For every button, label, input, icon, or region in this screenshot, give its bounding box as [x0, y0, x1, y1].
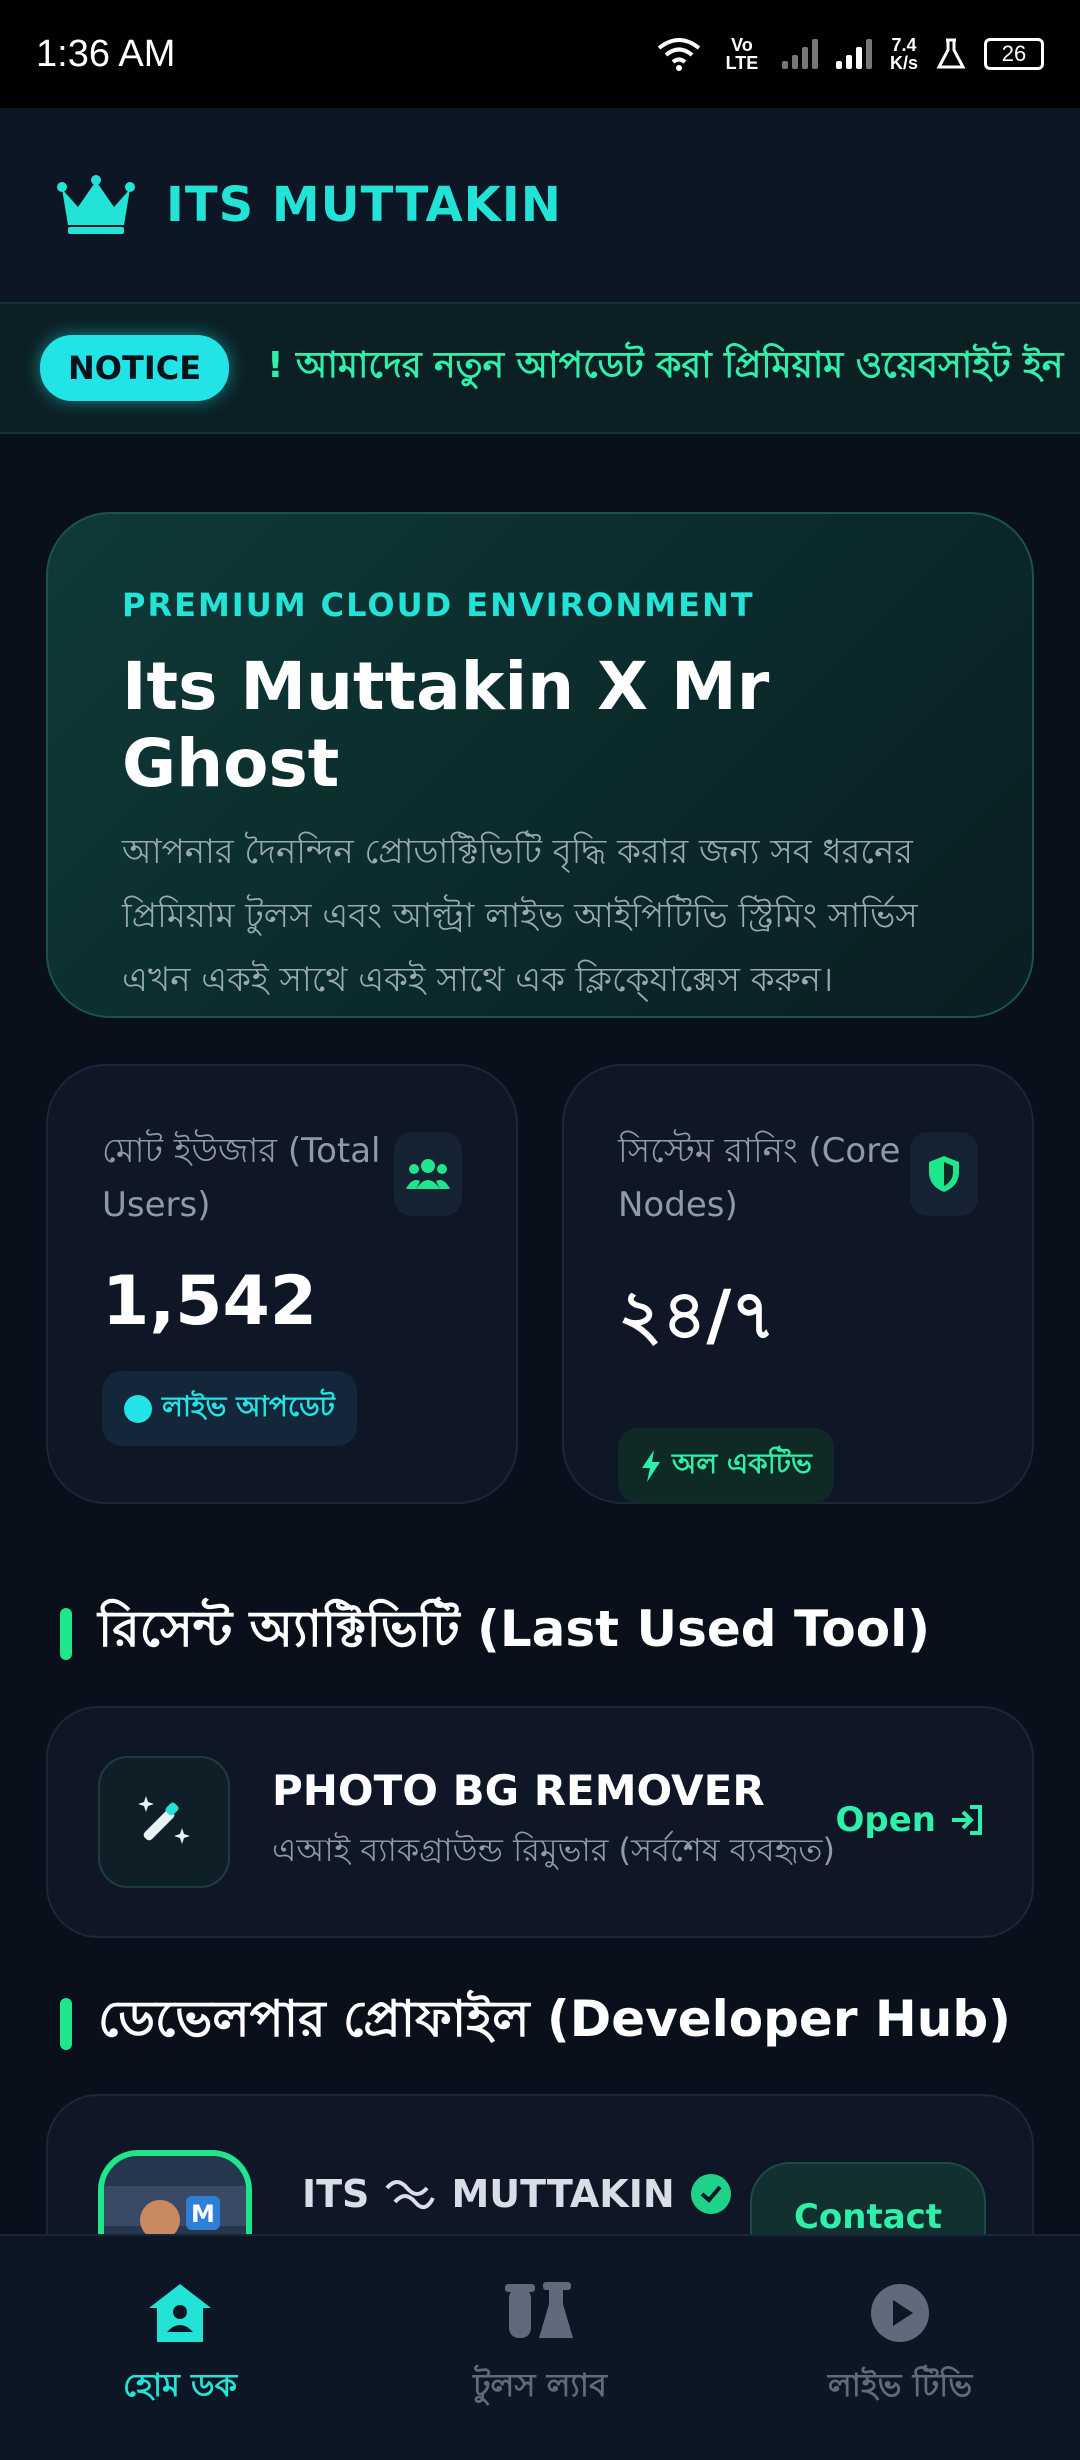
all-active-badge: অল একটিভ — [618, 1428, 834, 1503]
verified-check-icon — [690, 2174, 731, 2214]
magic-wand-icon — [98, 1756, 230, 1888]
developer-name: ITS MUTTAKIN — [302, 2172, 731, 2216]
notice-marquee-text: ! আমাদের নতুন আপডেট করা প্রিমিয়াম ওয়েব… — [267, 345, 1064, 386]
hero-eyebrow: PREMIUM CLOUD ENVIRONMENT — [122, 586, 755, 624]
notice-badge: NOTICE — [40, 335, 230, 401]
hero-description: আপনার দৈনন্দিন প্রোডাক্টিভিটি বৃদ্ধি করা… — [122, 832, 918, 1000]
heading-accent-bar — [60, 1607, 72, 1660]
crown-icon — [57, 175, 135, 234]
battery-icon: 26 — [984, 38, 1044, 70]
status-time: 1:36 AM — [36, 32, 176, 75]
signal-icon-2 — [835, 39, 872, 69]
hero-title: Its Muttakin X Mr Ghost — [122, 648, 770, 802]
app-header: ITS MUTTAKIN — [0, 108, 1080, 304]
last-used-tool-card[interactable]: PHOTO BG REMOVER এআই ব্যাকগ্রাউন্ড রিমুভ… — [46, 1706, 1034, 1938]
tool-name: PHOTO BG REMOVER — [272, 1765, 765, 1815]
stat-label: মোট ইউজার (Total Users) — [102, 1131, 381, 1225]
signature-mark-icon — [385, 2180, 436, 2210]
status-bar: 1:36 AM Vo LTE 7.4 K/s 26 — [0, 0, 1080, 108]
wifi-icon — [657, 38, 701, 71]
home-icon — [149, 2284, 211, 2342]
nav-item-home[interactable]: হোম ডক — [30, 2282, 330, 2414]
hero-card: PREMIUM CLOUD ENVIRONMENT Its Muttakin X… — [46, 512, 1034, 1018]
developer-hub-heading: ডেভেলপার প্রোফাইল (Developer Hub) — [60, 1982, 1011, 2065]
status-icons: Vo LTE 7.4 K/s 26 — [656, 36, 1044, 72]
notice-bar[interactable]: NOTICE ! আমাদের নতুন আপডেট করা প্রিমিয়া… — [0, 304, 1080, 434]
stat-label: সিস্টেম রানিং (Core Nodes) — [618, 1131, 901, 1225]
live-dot-icon — [124, 1394, 152, 1423]
lab-icon — [936, 38, 966, 69]
shield-icon — [910, 1132, 978, 1216]
stat-card-total-users: মোট ইউজার (Total Users) 1,542 লাইভ আপডেট — [46, 1064, 518, 1504]
network-speed: 7.4 K/s — [889, 35, 918, 73]
network-type: Vo LTE — [725, 35, 759, 73]
brand-title: ITS MUTTAKIN — [166, 177, 562, 233]
nav-item-tools-lab[interactable]: টুলস ল্যাব — [390, 2282, 690, 2414]
bolt-icon — [642, 1449, 660, 1482]
users-icon — [394, 1132, 462, 1216]
tool-description: এআই ব্যাকগ্রাউন্ড রিমুভার (সর্বশেষ ব্যবহ… — [272, 1830, 835, 1869]
heading-accent-bar — [60, 1997, 72, 2050]
flask-icon — [505, 2282, 573, 2338]
stat-card-core-nodes: সিস্টেম রানিং (Core Nodes) ২৪/৭ অল একটিভ — [562, 1064, 1034, 1504]
tool-text: PHOTO BG REMOVER এআই ব্যাকগ্রাউন্ড রিমুভ… — [272, 1766, 835, 1879]
stat-value: 1,542 — [102, 1262, 318, 1341]
live-update-badge: লাইভ আপডেট — [102, 1371, 357, 1446]
signal-icon — [781, 39, 818, 69]
nav-item-live-tv[interactable]: লাইভ টিভি — [750, 2282, 1050, 2414]
bottom-navigation: হোম ডক টুলস ল্যাব লাইভ টিভি — [0, 2234, 1080, 2460]
login-arrow-icon — [952, 1805, 982, 1835]
svg-text:M: M — [191, 2200, 215, 2228]
play-icon — [871, 2284, 929, 2342]
stat-value: ২৪/৭ — [618, 1276, 776, 1355]
open-tool-link[interactable]: Open — [835, 1800, 984, 1840]
recent-activity-heading: রিসেন্ট অ্যাক্টিভিটি (Last Used Tool) — [60, 1592, 930, 1675]
